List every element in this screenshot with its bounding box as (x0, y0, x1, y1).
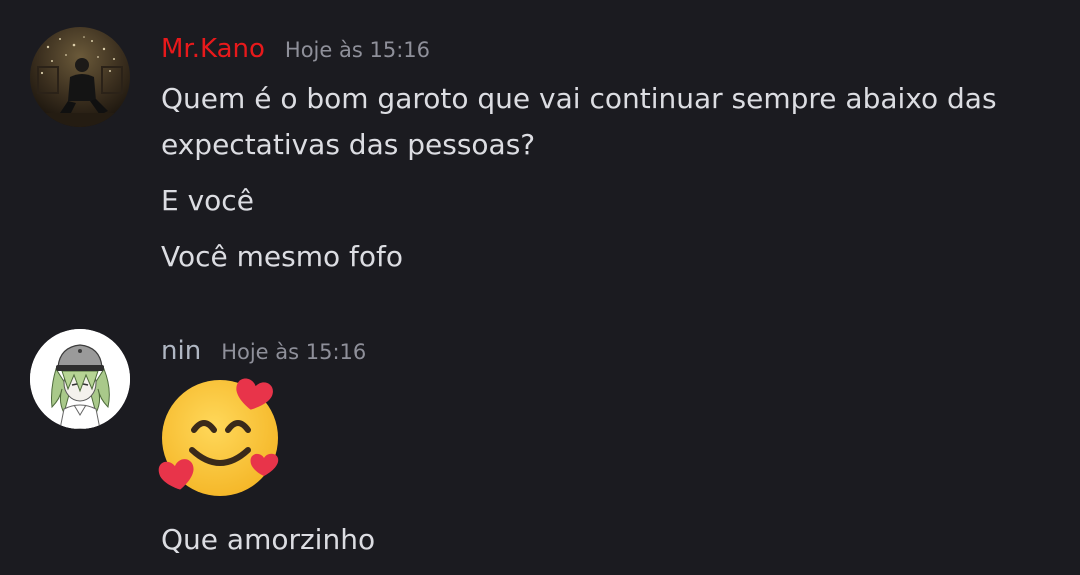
avatar[interactable] (30, 329, 130, 429)
username[interactable]: nin (161, 336, 201, 366)
avatar[interactable] (30, 27, 130, 127)
message-header: nin Hoje às 15:16 (161, 336, 366, 376)
message-header: Mr.Kano Hoje às 15:16 (161, 34, 430, 74)
timestamp: Hoje às 15:16 (221, 340, 367, 364)
chat-message-list: Mr.Kano Hoje às 15:16 Quem é o bom garot… (0, 0, 1080, 575)
smiling-face-with-hearts-icon (158, 378, 279, 496)
emoji-message[interactable] (158, 372, 284, 498)
message-text: E você (161, 184, 254, 217)
username[interactable]: Mr.Kano (161, 34, 265, 64)
message-text: expectativas das pessoas? (161, 128, 536, 161)
timestamp: Hoje às 15:16 (284, 38, 430, 62)
anime-character-avatar-icon (30, 329, 130, 429)
message-text: Você mesmo fofo (161, 240, 404, 273)
message-text: Que amorzinho (161, 523, 376, 556)
message-text: Quem é o bom garoto que vai continuar se… (161, 82, 997, 115)
user-photo-avatar-icon (30, 27, 130, 127)
